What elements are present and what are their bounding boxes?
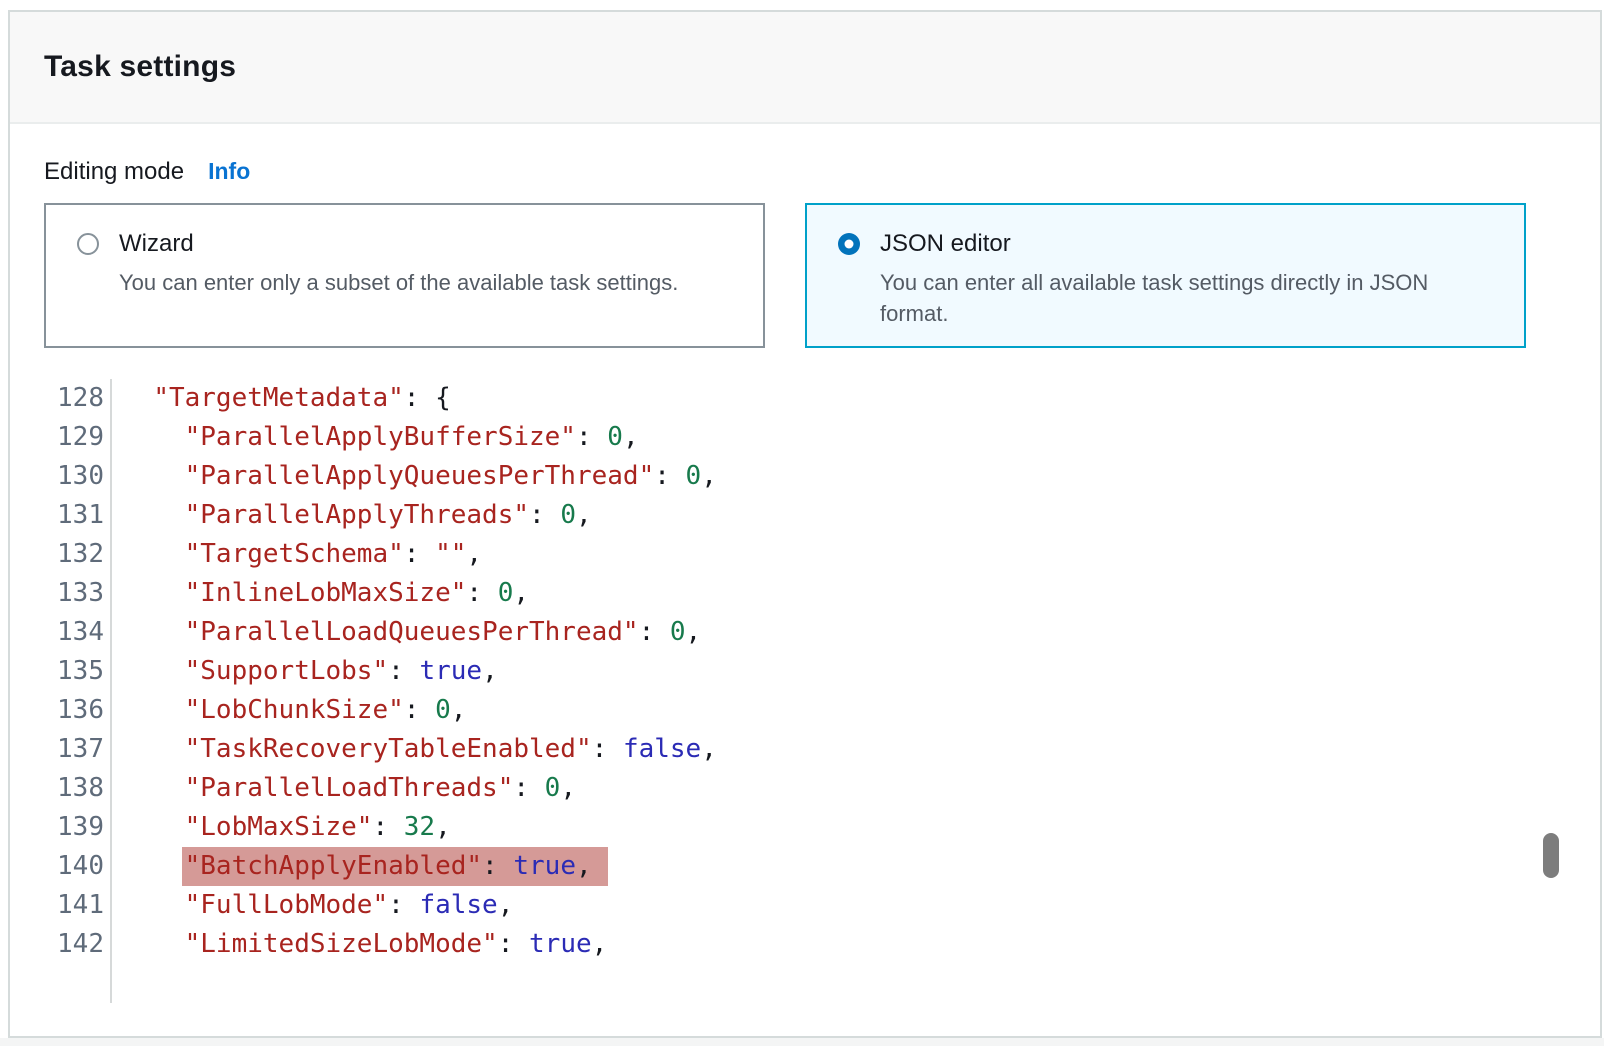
code-line-content: "TargetSchema": "",	[112, 535, 482, 574]
line-number: 130	[10, 457, 104, 496]
code-line[interactable]: 131 "ParallelApplyThreads": 0,	[10, 496, 1566, 535]
code-line[interactable]: 139 "LobMaxSize": 32,	[10, 808, 1566, 847]
code-line-content: "LobChunkSize": 0,	[112, 691, 466, 730]
line-number: 140	[10, 847, 104, 886]
highlighted-code-text: "BatchApplyEnabled": true,	[182, 847, 608, 886]
container-body: Editing mode Info Wizard You can enter o…	[10, 124, 1600, 1003]
code-line-content: "TaskRecoveryTableEnabled": false,	[112, 730, 717, 769]
code-line[interactable]: 140 "BatchApplyEnabled": true,	[10, 847, 1566, 886]
code-line-content: "FullLobMode": false,	[112, 886, 513, 925]
tile-wizard-description: You can enter only a subset of the avail…	[119, 267, 729, 298]
code-line-content: "ParallelApplyQueuesPerThread": 0,	[112, 457, 717, 496]
tile-json-editor-label: JSON editor	[880, 230, 1011, 258]
page-bottom-strip	[0, 1038, 1604, 1046]
page-title: Task settings	[44, 50, 236, 84]
code-line[interactable]: 132 "TargetSchema": "",	[10, 535, 1566, 574]
code-line[interactable]: 130 "ParallelApplyQueuesPerThread": 0,	[10, 457, 1566, 496]
line-number: 139	[10, 808, 104, 847]
json-editor-radio-icon[interactable]	[838, 233, 860, 255]
editing-mode-tiles: Wizard You can enter only a subset of th…	[44, 203, 1566, 348]
code-line-content: "ParallelLoadQueuesPerThread": 0,	[112, 613, 701, 652]
code-line[interactable]: 138 "ParallelLoadThreads": 0,	[10, 769, 1566, 808]
tile-json-editor[interactable]: JSON editor You can enter all available …	[805, 203, 1526, 348]
editing-mode-row: Editing mode Info	[44, 158, 1566, 186]
code-line-content: "SupportLobs": true,	[112, 652, 498, 691]
code-line-content: "ParallelApplyThreads": 0,	[112, 496, 592, 535]
code-line[interactable]: 133 "InlineLobMaxSize": 0,	[10, 574, 1566, 613]
code-line[interactable]: 129 "ParallelApplyBufferSize": 0,	[10, 418, 1566, 457]
vertical-scrollbar-thumb[interactable]	[1543, 833, 1559, 878]
code-line[interactable]: 136 "LobChunkSize": 0,	[10, 691, 1566, 730]
code-line[interactable]: 141 "FullLobMode": false,	[10, 886, 1566, 925]
container-header: Task settings	[10, 12, 1600, 124]
code-line-content: "ParallelLoadThreads": 0,	[112, 769, 576, 808]
line-number: 142	[10, 925, 104, 964]
tile-wizard[interactable]: Wizard You can enter only a subset of th…	[44, 203, 765, 348]
code-line-content: "BatchApplyEnabled": true,	[112, 847, 608, 886]
code-line-content: "LimitedSizeLobMode": true,	[112, 925, 607, 964]
line-number: 134	[10, 613, 104, 652]
code-line[interactable]	[10, 964, 1566, 1003]
code-line-content: "TargetMetadata": {	[112, 379, 451, 418]
code-line[interactable]: 142 "LimitedSizeLobMode": true,	[10, 925, 1566, 964]
code-line[interactable]: 135 "SupportLobs": true,	[10, 652, 1566, 691]
json-code-editor[interactable]: 128 "TargetMetadata": {129 "ParallelAppl…	[10, 379, 1566, 1003]
code-line[interactable]: 128 "TargetMetadata": {	[10, 379, 1566, 418]
line-number: 132	[10, 535, 104, 574]
line-number: 131	[10, 496, 104, 535]
line-number: 135	[10, 652, 104, 691]
code-lines: 128 "TargetMetadata": {129 "ParallelAppl…	[10, 379, 1566, 1003]
code-line-content: "ParallelApplyBufferSize": 0,	[112, 418, 639, 457]
tile-wizard-head: Wizard	[77, 230, 739, 258]
line-number: 136	[10, 691, 104, 730]
line-number: 138	[10, 769, 104, 808]
code-line-content: "InlineLobMaxSize": 0,	[112, 574, 529, 613]
line-number: 141	[10, 886, 104, 925]
info-link[interactable]: Info	[208, 158, 250, 185]
line-number: 129	[10, 418, 104, 457]
tile-json-editor-description: You can enter all available task setting…	[880, 267, 1490, 329]
code-line[interactable]: 137 "TaskRecoveryTableEnabled": false,	[10, 730, 1566, 769]
tile-json-editor-head: JSON editor	[838, 230, 1500, 258]
editing-mode-label: Editing mode	[44, 158, 184, 186]
code-line-content	[112, 964, 122, 1003]
task-settings-page: Task settings Editing mode Info Wizard Y…	[0, 0, 1604, 1046]
line-number: 137	[10, 730, 104, 769]
code-line[interactable]: 134 "ParallelLoadQueuesPerThread": 0,	[10, 613, 1566, 652]
tile-wizard-label: Wizard	[119, 230, 194, 258]
line-number: 128	[10, 379, 104, 418]
line-number	[10, 964, 104, 1003]
code-line-content: "LobMaxSize": 32,	[112, 808, 451, 847]
wizard-radio-icon[interactable]	[77, 233, 99, 255]
line-number: 133	[10, 574, 104, 613]
task-settings-container: Task settings Editing mode Info Wizard Y…	[8, 10, 1602, 1038]
